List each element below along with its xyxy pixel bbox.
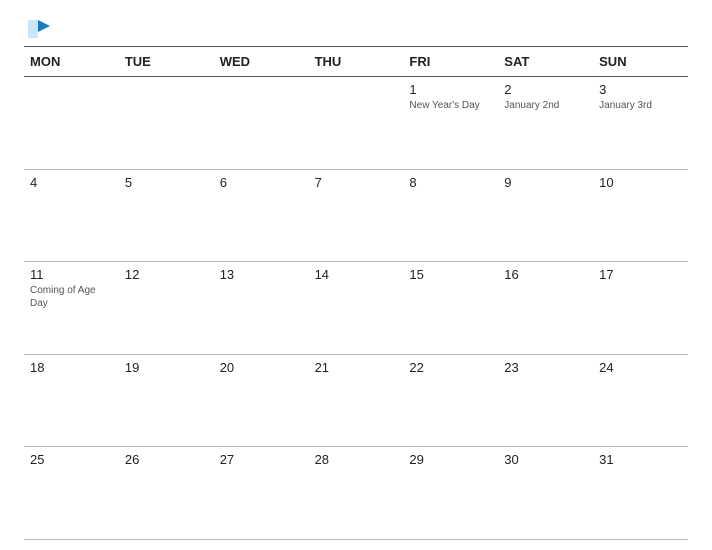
day-cell: 29 [403, 447, 498, 539]
logo [24, 18, 50, 40]
day-cell: 17 [593, 262, 688, 354]
calendar-container: MONTUEWEDTHUFRISATSUN 1 New Year's Day 2 Ja… [0, 0, 712, 550]
day-cell: 12 [119, 262, 214, 354]
day-cell: 18 [24, 355, 119, 447]
day-number: 1 [409, 82, 492, 97]
day-number: 7 [315, 175, 398, 190]
day-header-fri: FRI [403, 51, 498, 72]
day-cell: 21 [309, 355, 404, 447]
day-cell [309, 77, 404, 169]
day-cell: 30 [498, 447, 593, 539]
day-cell: 7 [309, 170, 404, 262]
day-header-tue: TUE [119, 51, 214, 72]
day-cell [214, 77, 309, 169]
day-cell: 31 [593, 447, 688, 539]
day-cell: 9 [498, 170, 593, 262]
day-cell: 19 [119, 355, 214, 447]
holiday-name: Coming of Age Day [30, 284, 113, 310]
day-cell: 11 Coming of Age Day [24, 262, 119, 354]
day-cell: 25 [24, 447, 119, 539]
weeks-container: 1 New Year's Day 2 January 2nd 3 January 3rd 4… [24, 77, 688, 540]
day-number: 3 [599, 82, 682, 97]
day-number: 12 [125, 267, 208, 282]
day-number: 22 [409, 360, 492, 375]
day-cell: 24 [593, 355, 688, 447]
day-number: 29 [409, 452, 492, 467]
day-cell: 3 January 3rd [593, 77, 688, 169]
day-number: 27 [220, 452, 303, 467]
day-header-sat: SAT [498, 51, 593, 72]
day-cell: 16 [498, 262, 593, 354]
day-number: 8 [409, 175, 492, 190]
day-number: 11 [30, 267, 113, 282]
day-number: 4 [30, 175, 113, 190]
day-cell: 8 [403, 170, 498, 262]
day-cell: 15 [403, 262, 498, 354]
day-cell: 22 [403, 355, 498, 447]
day-number: 19 [125, 360, 208, 375]
holiday-name: New Year's Day [409, 99, 492, 112]
calendar-grid: MONTUEWEDTHUFRISATSUN 1 New Year's Day 2 Ja… [24, 47, 688, 540]
day-cell [24, 77, 119, 169]
day-cell: 13 [214, 262, 309, 354]
day-header-thu: THU [309, 51, 404, 72]
day-number: 18 [30, 360, 113, 375]
day-cell: 1 New Year's Day [403, 77, 498, 169]
day-cell: 2 January 2nd [498, 77, 593, 169]
day-number: 31 [599, 452, 682, 467]
day-cell: 5 [119, 170, 214, 262]
day-number: 9 [504, 175, 587, 190]
day-number: 10 [599, 175, 682, 190]
day-header-mon: MON [24, 51, 119, 72]
day-headers-row: MONTUEWEDTHUFRISATSUN [24, 47, 688, 77]
day-cell [119, 77, 214, 169]
day-number: 17 [599, 267, 682, 282]
day-cell: 6 [214, 170, 309, 262]
day-cell: 14 [309, 262, 404, 354]
logo-flag-icon [28, 18, 50, 40]
day-number: 23 [504, 360, 587, 375]
day-number: 21 [315, 360, 398, 375]
week-row-3: 11 Coming of Age Day 12 13 14 15 16 17 [24, 262, 688, 355]
day-cell: 4 [24, 170, 119, 262]
week-row-5: 25 26 27 28 29 30 31 [24, 447, 688, 540]
day-number: 2 [504, 82, 587, 97]
day-number: 28 [315, 452, 398, 467]
day-cell: 10 [593, 170, 688, 262]
week-row-4: 18 19 20 21 22 23 24 [24, 355, 688, 448]
day-number: 5 [125, 175, 208, 190]
calendar-header [24, 18, 688, 40]
day-number: 14 [315, 267, 398, 282]
day-cell: 27 [214, 447, 309, 539]
day-number: 25 [30, 452, 113, 467]
holiday-name: January 2nd [504, 99, 587, 112]
day-header-wed: WED [214, 51, 309, 72]
day-cell: 28 [309, 447, 404, 539]
day-number: 20 [220, 360, 303, 375]
day-header-sun: SUN [593, 51, 688, 72]
holiday-name: January 3rd [599, 99, 682, 112]
day-cell: 26 [119, 447, 214, 539]
week-row-2: 456789 10 [24, 170, 688, 263]
day-number: 6 [220, 175, 303, 190]
day-number: 26 [125, 452, 208, 467]
day-cell: 23 [498, 355, 593, 447]
day-number: 16 [504, 267, 587, 282]
day-cell: 20 [214, 355, 309, 447]
week-row-1: 1 New Year's Day 2 January 2nd 3 January 3rd [24, 77, 688, 170]
day-number: 24 [599, 360, 682, 375]
day-number: 13 [220, 267, 303, 282]
day-number: 30 [504, 452, 587, 467]
day-number: 15 [409, 267, 492, 282]
